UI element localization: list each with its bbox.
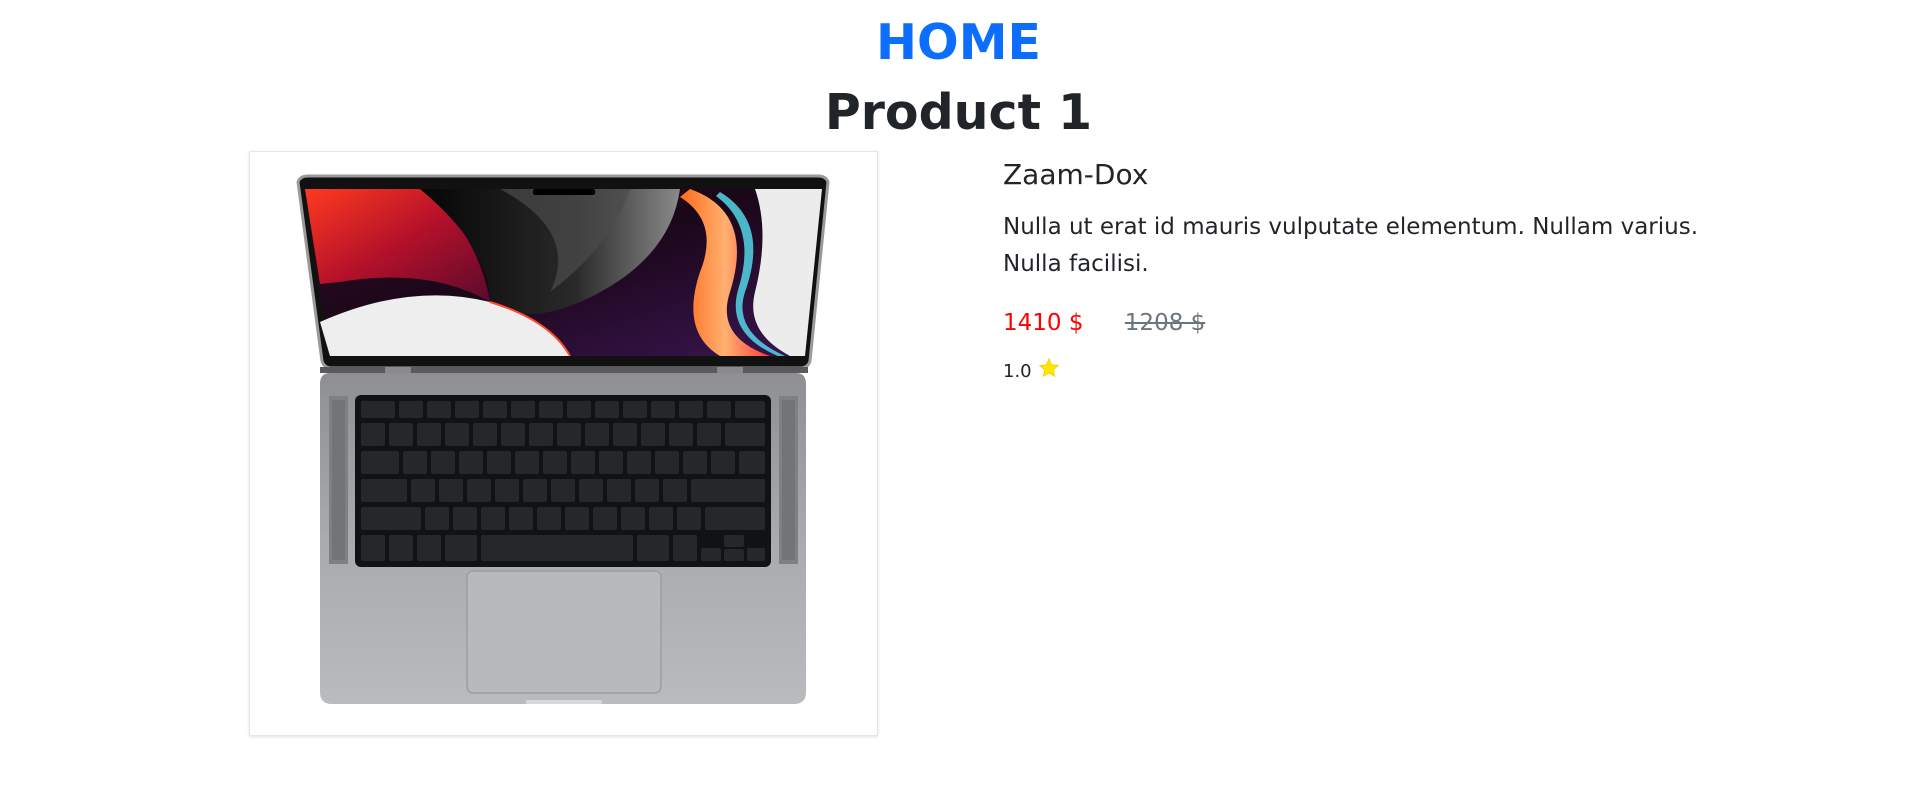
- product-price: 1410 $: [1003, 310, 1084, 336]
- product-rating: 1.0: [1003, 357, 1703, 387]
- product-old-price: 1208 $: [1124, 310, 1206, 336]
- product-details: Zaam-Dox Nulla ut erat id mauris vulputa…: [1003, 155, 1703, 387]
- product-description: Nulla ut erat id mauris vulputate elemen…: [1003, 214, 1699, 277]
- laptop-image: [296, 174, 830, 704]
- rating-value: 1.0: [1003, 361, 1032, 382]
- price-row: 1410 $ 1208 $: [1003, 307, 1703, 339]
- product-brand: Zaam-Dox: [1003, 158, 1149, 191]
- home-link[interactable]: HOME: [0, 12, 1917, 74]
- product-image: [249, 151, 878, 736]
- page-title: Product 1: [824, 84, 1093, 141]
- star-icon: [1038, 357, 1060, 387]
